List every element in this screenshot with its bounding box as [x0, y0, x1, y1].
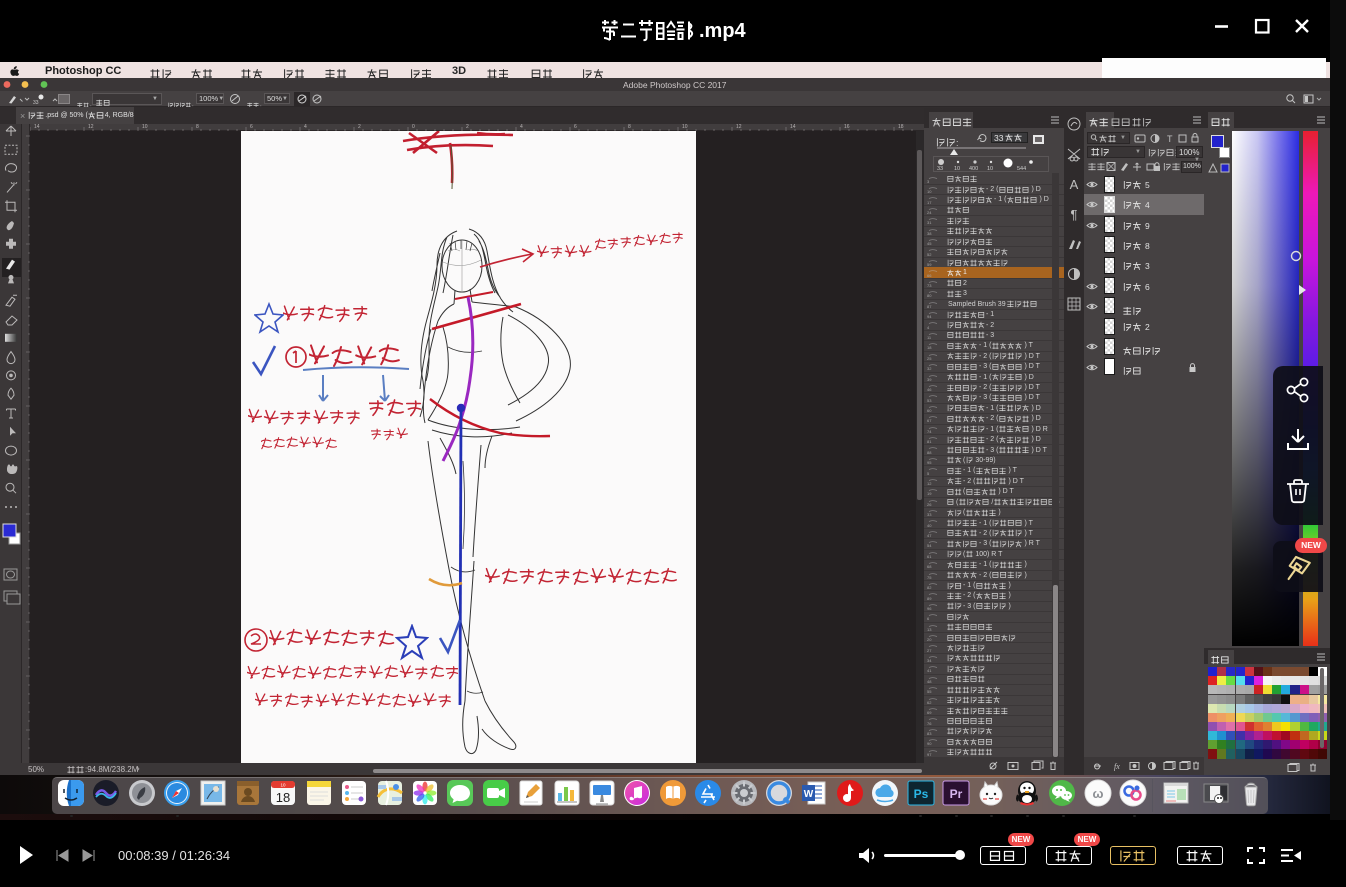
svg-text:¶: ¶ [1071, 207, 1078, 222]
svg-text:Pr: Pr [950, 787, 963, 801]
svg-text:fx: fx [1114, 762, 1120, 771]
svg-text:ω: ω [1092, 786, 1103, 801]
svg-text:A: A [1070, 177, 1079, 192]
svg-text:10: 10 [281, 783, 287, 788]
svg-text:Ps: Ps [913, 787, 928, 801]
svg-text:T: T [1167, 134, 1173, 144]
svg-text:W: W [804, 789, 814, 800]
svg-text:18: 18 [276, 790, 290, 805]
